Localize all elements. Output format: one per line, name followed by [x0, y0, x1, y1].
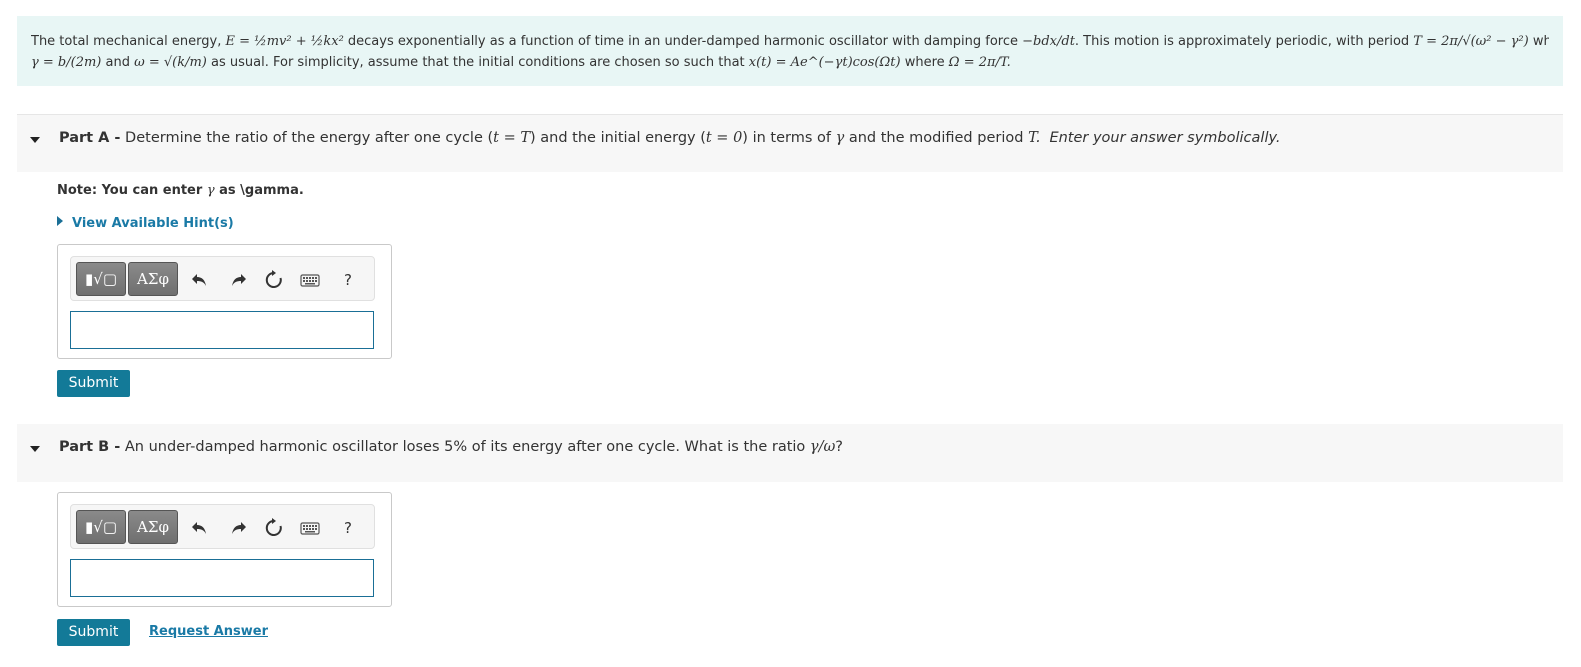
symbols-icon[interactable]: ΑΣφ: [128, 262, 178, 296]
gamma-note: Note: You can enter γ as \gamma.: [57, 183, 304, 198]
math-toolbar: ▮√▢ ΑΣφ ?: [70, 504, 375, 549]
equation: t = T: [493, 130, 531, 146]
part-b-header[interactable]: Part B - An under-damped harmonic oscill…: [17, 424, 1563, 482]
question-text: ?: [835, 439, 843, 455]
part-a-label: Part A -: [59, 130, 121, 146]
omega-definition: ω = √(k/m): [134, 55, 207, 70]
part-a-submit-button[interactable]: Submit: [57, 370, 130, 397]
help-icon[interactable]: ?: [337, 517, 359, 539]
intro-text: decays exponentially as a function of ti…: [343, 34, 1023, 49]
keyboard-icon[interactable]: [299, 517, 321, 539]
equation: γ: [835, 130, 845, 146]
part-b-answer-box: ▮√▢ ΑΣφ ?: [57, 492, 392, 607]
intro-text: . This motion is approximately periodic,…: [1074, 34, 1414, 49]
question-text: and the modified period: [844, 130, 1029, 146]
capital-omega-definition: Ω = 2π/T.: [948, 55, 1011, 70]
equation: T.: [1028, 130, 1041, 146]
templates-icon[interactable]: ▮√▢: [76, 510, 126, 544]
gamma-symbol: γ: [206, 183, 215, 198]
intro-line-1: The total mechanical energy, E = ½mv² + …: [31, 31, 1549, 52]
question-text: ) in terms of: [742, 130, 836, 146]
note-text: as \gamma.: [214, 183, 304, 198]
help-icon[interactable]: ?: [337, 269, 359, 291]
request-answer-link[interactable]: Request Answer: [149, 624, 268, 639]
hint-label: View Available Hint(s): [72, 216, 234, 231]
part-b-question: Part B - An under-damped harmonic oscill…: [59, 424, 843, 470]
redo-icon[interactable]: [227, 269, 249, 291]
energy-equation: E = ½mv² + ½kx²: [225, 34, 344, 49]
intro-text: where: [1532, 34, 1549, 49]
part-a-answer-box: ▮√▢ ΑΣφ ?: [57, 244, 392, 359]
caret-down-icon[interactable]: [30, 446, 40, 452]
problem-intro: The total mechanical energy, E = ½mv² + …: [17, 16, 1563, 86]
part-a-question: Part A - Determine the ratio of the ener…: [59, 115, 1281, 161]
redo-icon[interactable]: [227, 517, 249, 539]
undo-icon[interactable]: [189, 517, 211, 539]
reset-icon[interactable]: [263, 269, 285, 291]
reset-icon[interactable]: [263, 517, 285, 539]
keyboard-icon[interactable]: [299, 269, 321, 291]
symbols-icon[interactable]: ΑΣφ: [128, 510, 178, 544]
question-text: ) and the initial energy (: [530, 130, 706, 146]
period-equation: T = 2π/√(ω² − γ²): [1413, 34, 1529, 49]
caret-right-icon: [57, 216, 63, 226]
intro-line-2: γ = b/(2m) and ω = √(k/m) as usual. For …: [31, 52, 1549, 73]
part-a-answer-input[interactable]: [70, 311, 374, 349]
note-text: Note: You can enter: [57, 183, 207, 198]
part-a-header[interactable]: Part A - Determine the ratio of the ener…: [17, 114, 1563, 172]
math-toolbar: ▮√▢ ΑΣφ ?: [70, 256, 375, 301]
caret-down-icon[interactable]: [30, 137, 40, 143]
undo-icon[interactable]: [189, 269, 211, 291]
equation: t = 0: [705, 130, 743, 146]
answer-instruction: Enter your answer symbolically.: [1049, 130, 1281, 146]
view-hints-link[interactable]: View Available Hint(s): [57, 216, 234, 231]
equation: γ/ω: [809, 439, 836, 455]
gamma-definition: γ = b/(2m): [31, 55, 102, 70]
templates-icon[interactable]: ▮√▢: [76, 262, 126, 296]
intro-text: as usual. For simplicity, assume that th…: [206, 55, 749, 70]
position-equation: x(t) = Ae^(−γt)cos(Ωt): [748, 55, 901, 70]
intro-text: The total mechanical energy,: [31, 34, 226, 49]
question-text: An under-damped harmonic oscillator lose…: [120, 439, 810, 455]
part-b-label: Part B -: [59, 439, 121, 455]
damping-force-equation: −bdx/dt: [1022, 34, 1075, 49]
part-b-answer-input[interactable]: [70, 559, 374, 597]
intro-text: where: [900, 55, 949, 70]
question-text: Determine the ratio of the energy after …: [120, 130, 494, 146]
intro-text: and: [101, 55, 135, 70]
part-b-submit-button[interactable]: Submit: [57, 619, 130, 646]
